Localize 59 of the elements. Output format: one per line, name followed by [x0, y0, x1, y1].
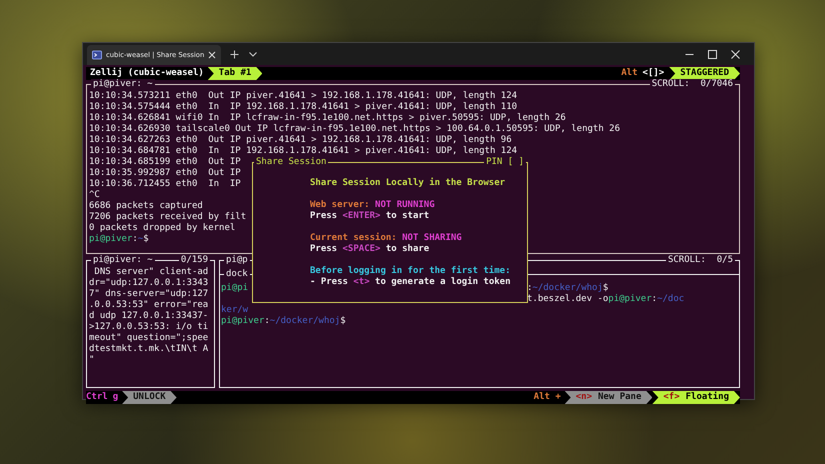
key-hint: <n> New Pane — [564, 391, 652, 404]
pane-title: pi@piver: ~ — [91, 79, 155, 90]
popup-text: Web server: NOT RUNNING — [310, 200, 435, 211]
terminal-line: pi@piver:~/docker/whoj$ — [221, 316, 347, 327]
terminal-line: d udp 127.0.0.1:33437- — [89, 311, 208, 322]
modifier-key: Alt + — [534, 391, 561, 404]
terminal-line: " — [89, 355, 94, 366]
popup-text: Current session: NOT SHARING — [310, 233, 462, 244]
key-hint: g — [112, 391, 118, 404]
key-hint: <[]> — [642, 67, 664, 79]
new-tab-icon[interactable] — [230, 50, 239, 58]
popup-text: Press <ENTER> to start — [310, 211, 430, 222]
terminal-line: ker/w — [221, 305, 250, 316]
terminal-line: 10:10:34.626841 wifi0 In IP lcfraw-in-f95.1e100.net.https > piver.50595: UDP, length 26 — [89, 113, 566, 124]
terminal-line: >127.0.0.53:53: i/o ti — [89, 322, 208, 333]
terminal-line: ^C — [89, 190, 100, 201]
tab[interactable]: Tab #1 — [208, 67, 262, 80]
key-hint: <f> Floating — [652, 391, 740, 404]
pane-title: pi@p — [224, 255, 250, 266]
close-icon[interactable] — [208, 51, 216, 59]
modifier-key: Ctrl — [86, 391, 108, 404]
popup-text: Before logging in for the first time: — [310, 266, 510, 276]
maximize-icon[interactable] — [708, 50, 717, 58]
close-icon[interactable] — [731, 50, 740, 58]
terminal-line: DNS server" client-ad — [93, 267, 208, 278]
chevron-down-icon[interactable] — [249, 52, 257, 56]
terminal-line: 10:10:34.684781 eth0 In IP 192.168.1.178.41641 > piver.41641: UDP, length 124 — [89, 146, 518, 157]
terminal-line: 10:10:34.626930 tailscale0 Out IP lcfraw-in-f95.1e100.net.https > 100.64.0.1.50595: UDP, length 26 — [89, 124, 620, 135]
terminal-icon — [92, 50, 102, 60]
terminal-line: 0 packets dropped by kernel — [89, 223, 236, 234]
terminal-line: dr="udp:127.0.0.1:3343 — [89, 278, 208, 289]
terminal-line: pi@pi — [221, 283, 250, 294]
terminal-line: 7" dns-server="udp:127 — [89, 289, 208, 300]
terminal-line: t.beszel.dev -opi@piver:~/doc — [527, 294, 686, 305]
pane-title: pi@piver: ~ — [91, 255, 155, 266]
scroll-indicator: SCROLL: 0/5 — [666, 255, 735, 266]
terminal-line: 10:10:34.627263 eth0 Out IP piver.41641 > 192.168.1.178.41641: UDP, length 96 — [89, 135, 512, 146]
popup-text: Press <SPACE> to share — [310, 244, 430, 255]
terminal-line: .0.0.53:53" error="rea — [89, 300, 208, 311]
popup-text: Share Session Locally in the Browser — [310, 178, 506, 189]
terminal-line: pi@piver:~$ — [89, 234, 149, 245]
scroll-indicator: SCROLL: 0/7046 — [650, 79, 735, 90]
scroll-indicator: 0/159 — [178, 255, 210, 266]
terminal-line: meout" question=";spee — [89, 333, 208, 344]
terminal-line: 6686 packets captured — [89, 201, 203, 212]
terminal-line: 7206 packets received by filt — [89, 212, 246, 223]
mode-label: UNLOCK — [122, 391, 177, 404]
terminal-line: 10:10:36.712455 eth0 In IP — [89, 179, 241, 190]
session-name: Zellij (cubic-weasel) — [90, 67, 204, 79]
terminal-line: 10:10:34.573211 eth0 Out IP piver.41641 > 192.168.1.178.41641: UDP, length 124 — [89, 91, 518, 102]
terminal-line: 10:10:35.992987 eth0 Out IP — [89, 168, 241, 179]
terminal-line: 10:10:34.685199 eth0 Out IP — [89, 157, 241, 168]
layout-label: STAGGERED — [669, 67, 740, 80]
terminal-line: :~/docker/whoj$ — [527, 283, 610, 294]
popup-text: - Press <t> to generate a login token — [310, 277, 511, 288]
pin-label: PIN [ ] — [484, 157, 526, 168]
terminal-line: dtestmkt.t.mk.\tIN\t A — [89, 344, 208, 355]
modifier-key: Alt — [621, 67, 638, 80]
terminal-line: 10:10:34.575444 eth0 In IP 192.168.1.178.41641 > piver.41641: UDP, length 110 — [89, 102, 518, 113]
